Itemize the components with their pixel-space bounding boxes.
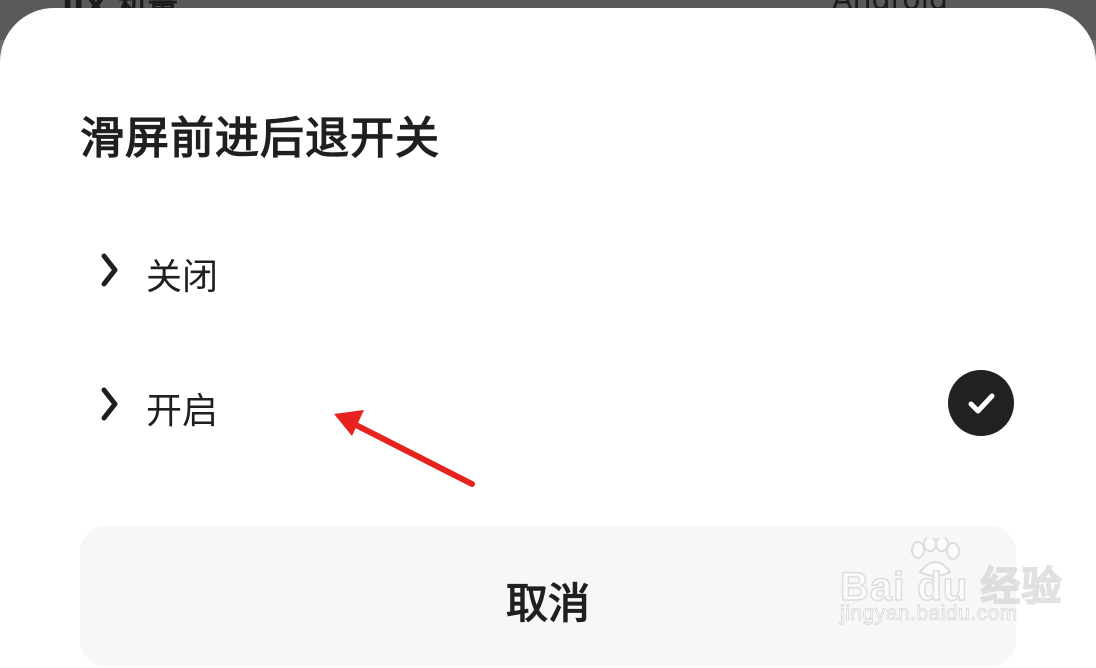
option-off-label: 关闭 <box>146 257 219 298</box>
dialog-title: 滑屏前进后退开关 <box>80 113 440 164</box>
red-arrow-annotation <box>334 410 475 487</box>
baidu-jingyan-watermark: Bai du 经验 jingyan.baidu.com <box>839 538 1062 630</box>
chevron-right-icon <box>100 252 120 288</box>
watermark-url: jingyan.baidu.com <box>840 602 1018 626</box>
checkmark-icon <box>948 370 1014 436</box>
option-on-label: 开启 <box>146 391 219 432</box>
option-off[interactable]: 关闭 <box>80 230 1016 310</box>
option-on[interactable]: 开启 <box>80 364 1016 444</box>
bottom-sheet-dialog: 滑屏前进后退开关 关闭 开启 取消 Bai du 经验 jingyan.baid… <box>0 8 1096 668</box>
chevron-right-icon <box>100 386 120 422</box>
